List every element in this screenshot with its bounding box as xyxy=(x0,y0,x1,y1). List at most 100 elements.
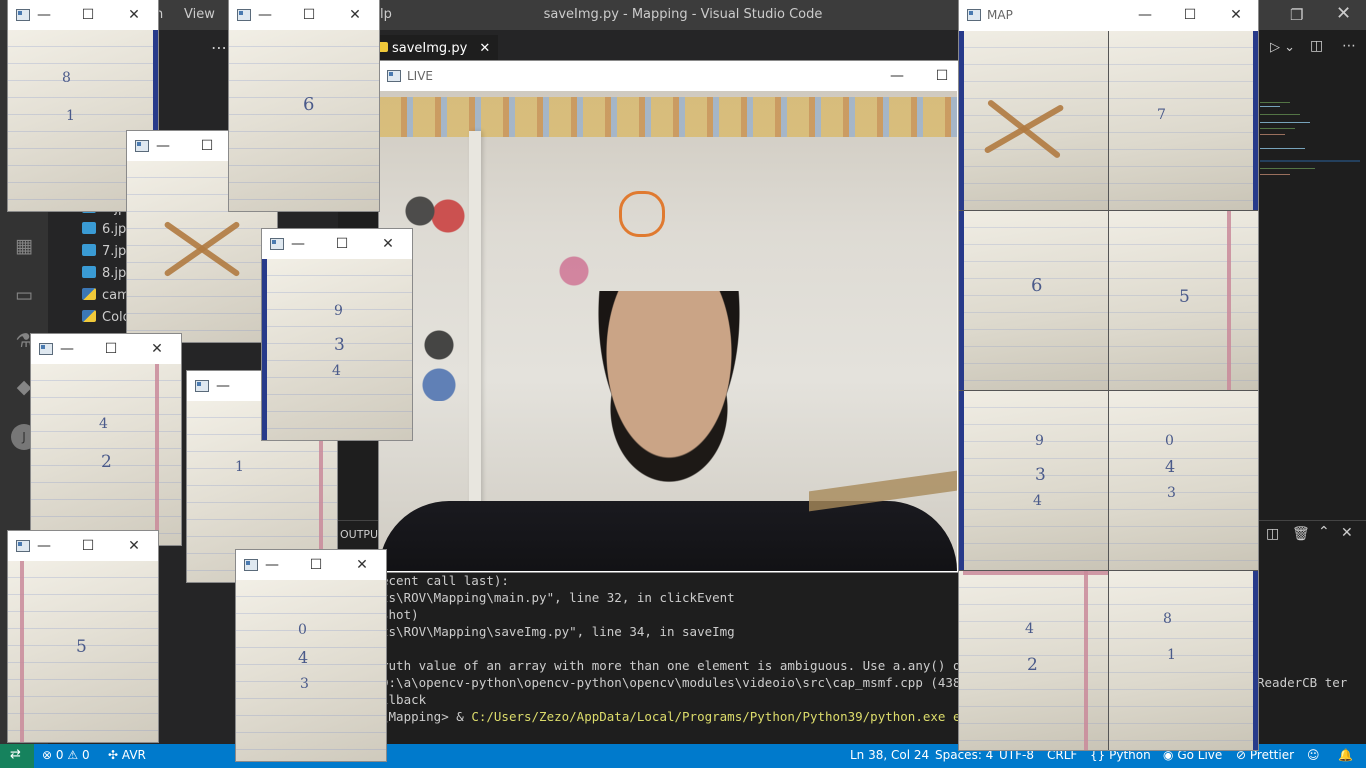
terminal-prompt[interactable]: \Mapping> & C:/Users/Zezo/AppData/Local/… xyxy=(381,709,998,724)
map-window[interactable]: MAP — ☐ ✕ 7 6 5 9 3 4 0 4 3 4 2 8 1 xyxy=(959,0,1258,750)
python-file-icon xyxy=(82,310,96,322)
tab-saveimg[interactable]: saveImg.py ✕ xyxy=(370,35,499,62)
braces-icon: {} xyxy=(1090,748,1106,762)
minimize-icon[interactable]: — xyxy=(151,136,175,156)
board-selector[interactable]: ✣ AVR xyxy=(108,748,146,762)
digit-label: 3 xyxy=(1035,465,1046,485)
maximize-icon[interactable]: ☐ xyxy=(76,536,100,556)
tab-output[interactable]: OUTPU xyxy=(340,528,378,541)
maximize-icon[interactable]: ☐ xyxy=(330,234,354,254)
language-mode[interactable]: {} Python xyxy=(1090,748,1151,762)
live-title: LIVE xyxy=(407,69,434,83)
prettier-button[interactable]: ⊘ Prettier xyxy=(1236,748,1294,762)
tile-titlebar[interactable]: — ☐ ✕ xyxy=(8,0,158,30)
close-icon[interactable]: ✕ xyxy=(145,339,169,359)
remote-explorer-icon[interactable]: ▭ xyxy=(11,282,37,308)
board-icon: ✣ xyxy=(108,748,119,762)
minimap[interactable] xyxy=(1258,88,1366,188)
map-titlebar[interactable]: MAP — ☐ ✕ xyxy=(959,0,1258,30)
digit-label: 4 xyxy=(332,363,341,379)
digit-label: 4 xyxy=(1025,621,1034,637)
digit-label: 1 xyxy=(66,108,75,124)
split-editor-icon[interactable]: ◫ xyxy=(1310,38,1323,54)
notifications-icon[interactable]: 🔔 xyxy=(1338,748,1353,762)
go-live-button[interactable]: ◉ Go Live xyxy=(1163,748,1222,762)
maximize-icon[interactable]: ☐ xyxy=(304,555,328,575)
map-cell xyxy=(959,31,1109,211)
minimize-icon[interactable]: — xyxy=(55,339,79,359)
maximize-icon[interactable]: ☐ xyxy=(1178,5,1202,25)
close-icon[interactable]: ✕ xyxy=(1336,3,1351,24)
maximize-icon[interactable]: ☐ xyxy=(195,136,219,156)
tile-window[interactable]: — ☐ ✕ 6 xyxy=(229,0,379,211)
close-panel-icon[interactable]: ✕ xyxy=(1341,525,1353,541)
close-icon[interactable]: ✕ xyxy=(122,536,146,556)
tile-window[interactable]: — ☐ ✕ 0 4 3 xyxy=(236,550,386,761)
image-file-icon xyxy=(82,266,96,278)
maximize-panel-icon[interactable]: ⌃ xyxy=(1318,524,1330,540)
digit-label: 0 xyxy=(1165,433,1174,449)
close-tab-icon[interactable]: ✕ xyxy=(479,41,490,56)
terminal-fragment: ReaderCB ter xyxy=(1257,675,1348,690)
feedback-icon[interactable]: ☺ xyxy=(1307,748,1320,762)
tile-titlebar[interactable]: — ☐ ✕ xyxy=(236,550,386,580)
minimize-icon[interactable]: — xyxy=(253,5,277,25)
file-item[interactable]: Colo xyxy=(82,308,131,328)
minimize-icon[interactable]: — xyxy=(1133,5,1157,25)
ellipsis-icon[interactable]: ⋯ xyxy=(211,38,227,57)
tile-titlebar[interactable]: — ☐ ✕ xyxy=(229,0,379,30)
maximize-icon[interactable]: ☐ xyxy=(99,339,123,359)
minimize-icon[interactable]: — xyxy=(32,536,56,556)
remote-icon[interactable]: ⇄ xyxy=(0,744,34,768)
digit-label: 6 xyxy=(303,94,315,115)
window-icon xyxy=(967,9,981,21)
tile-titlebar[interactable]: — ☐ ✕ xyxy=(8,531,158,561)
line-ending[interactable]: CRLF xyxy=(1047,748,1077,762)
map-cell: 7 xyxy=(1109,31,1258,211)
indentation[interactable]: Spaces: 4 xyxy=(935,748,993,762)
menu-help[interactable]: lp xyxy=(380,7,392,22)
close-icon[interactable]: ✕ xyxy=(376,234,400,254)
minimize-icon[interactable]: — xyxy=(260,555,284,575)
more-actions-icon[interactable]: ⋯ xyxy=(1342,38,1356,54)
warning-icon: ⚠ xyxy=(67,748,79,762)
tile-image: 9 3 4 xyxy=(262,259,412,440)
broadcast-icon: ◉ xyxy=(1163,748,1174,762)
minimize-icon[interactable]: — xyxy=(286,234,310,254)
terminal-line: ecent call last): xyxy=(381,573,509,588)
digit-label: 2 xyxy=(101,452,112,472)
tile-window[interactable]: — ☐ ✕ 9 3 4 xyxy=(262,229,412,440)
minimize-icon[interactable]: — xyxy=(32,5,56,25)
map-cell: 5 xyxy=(1109,211,1258,391)
run-icon[interactable]: ▷ ⌄ xyxy=(1270,40,1295,55)
minimize-icon[interactable]: — xyxy=(885,66,909,86)
digit-label: 4 xyxy=(1165,457,1176,476)
close-icon[interactable]: ✕ xyxy=(350,555,374,575)
tile-image: 6 xyxy=(229,30,379,211)
minimize-icon[interactable]: — xyxy=(211,376,235,396)
split-terminal-icon[interactable]: ◫ xyxy=(1266,526,1279,542)
trash-icon[interactable]: 🗑 xyxy=(1292,526,1310,542)
tile-window[interactable]: — ☐ ✕ 4 2 xyxy=(31,334,181,545)
file-item[interactable]: cam xyxy=(82,286,130,306)
restore-icon[interactable]: ❐ xyxy=(1290,6,1303,24)
encoding[interactable]: UTF-8 xyxy=(999,748,1034,762)
close-icon[interactable]: ✕ xyxy=(343,5,367,25)
problems-indicator[interactable]: ⊗ 0 ⚠ 0 xyxy=(42,748,90,762)
tile-titlebar[interactable]: — ☐ ✕ xyxy=(31,334,181,364)
maximize-icon[interactable]: ☐ xyxy=(930,66,954,86)
maximize-icon[interactable]: ☐ xyxy=(76,5,100,25)
menu-view[interactable]: View xyxy=(184,7,215,22)
close-icon[interactable]: ✕ xyxy=(122,5,146,25)
live-window[interactable]: LIVE — ☐ xyxy=(379,61,958,572)
terminal-line: ts\ROV\Mapping\main.py", line 32, in cli… xyxy=(381,590,735,605)
tile-titlebar[interactable]: — ☐ ✕ xyxy=(262,229,412,259)
maximize-icon[interactable]: ☐ xyxy=(297,5,321,25)
extensions-icon[interactable]: ▦ xyxy=(11,233,37,259)
map-cell: 9 3 4 xyxy=(959,391,1109,571)
python-file-icon xyxy=(82,288,96,300)
tile-window[interactable]: — ☐ ✕ 5 xyxy=(8,531,158,742)
cursor-position[interactable]: Ln 38, Col 24 xyxy=(850,748,929,762)
live-titlebar[interactable]: LIVE — ☐ xyxy=(379,61,958,91)
close-icon[interactable]: ✕ xyxy=(1224,5,1248,25)
